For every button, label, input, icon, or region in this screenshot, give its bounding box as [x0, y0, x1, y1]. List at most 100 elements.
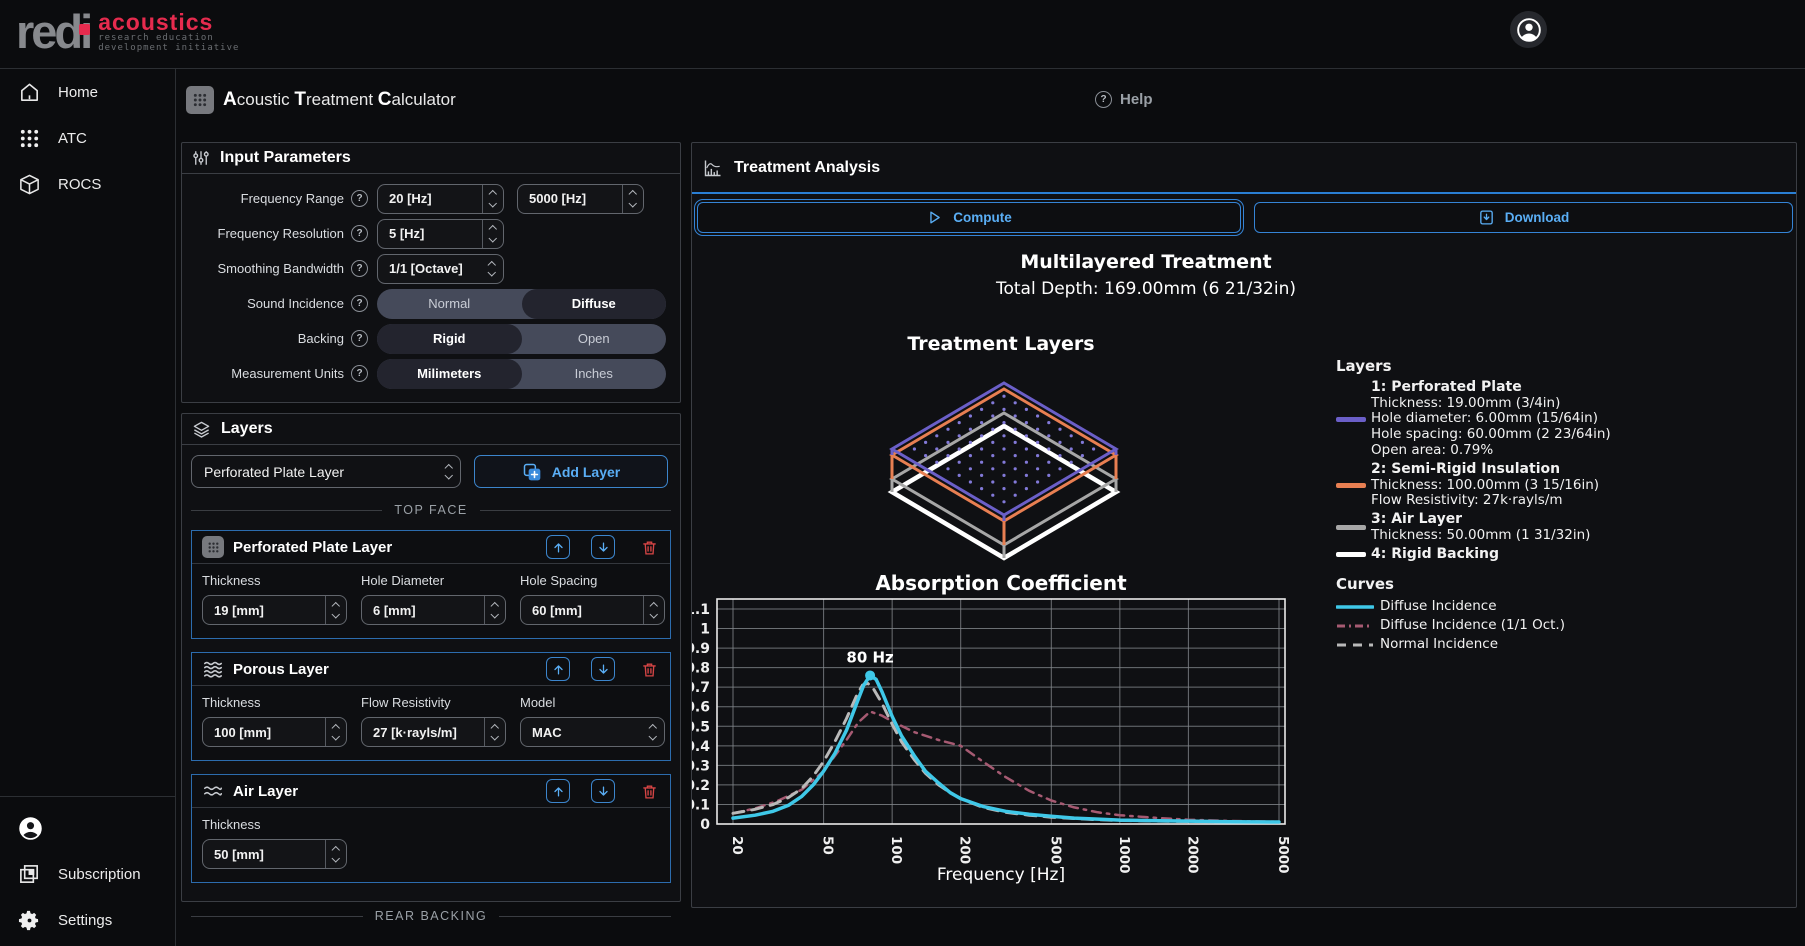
- input-parameters-title: Input Parameters: [220, 149, 351, 167]
- move-layer-down-button[interactable]: [591, 779, 615, 803]
- layers-panel: Layers Perforated Plate Layer Add Layer: [181, 413, 681, 902]
- frequency-range-help-icon[interactable]: ?: [351, 190, 368, 207]
- sound-incidence-row: Sound Incidence ? Normal Diffuse: [182, 286, 680, 321]
- frequency-max-input[interactable]: 5000 [Hz]: [517, 184, 644, 214]
- main-content: Acoustic Treatment Calculator ? Help Inp…: [176, 69, 1805, 946]
- sidebar-item-atc[interactable]: ATC: [0, 115, 175, 161]
- delete-layer-button[interactable]: [638, 535, 660, 559]
- model-select[interactable]: MAC: [520, 717, 665, 747]
- svg-text:1000: 1000: [1116, 836, 1132, 874]
- move-layer-up-button[interactable]: [546, 535, 570, 559]
- svg-text:0.7: 0.7: [692, 680, 710, 696]
- download-button[interactable]: Download: [1254, 202, 1793, 233]
- backing-help-icon[interactable]: ?: [351, 330, 368, 347]
- sidebar-divider: [0, 796, 176, 797]
- sound-incidence-toggle: Normal Diffuse: [377, 289, 666, 319]
- logo-tagline-2: development initiative: [98, 43, 239, 53]
- thickness-label: Thickness: [202, 817, 347, 832]
- svg-text:Frequency [Hz]: Frequency [Hz]: [937, 865, 1065, 885]
- layer-type-select[interactable]: Perforated Plate Layer: [191, 455, 461, 488]
- smoothing-bandwidth-row: Smoothing Bandwidth ? 1/1 [Octave]: [182, 251, 680, 286]
- absorption-chart: 00.10.20.30.40.50.60.70.80.911.120501002…: [692, 589, 1332, 889]
- flow-resistivity-input[interactable]: 27 [k·rayls/m]: [361, 717, 506, 747]
- legend-swatch-backing: [1336, 552, 1366, 557]
- delete-layer-button[interactable]: [638, 657, 660, 681]
- sound-incidence-help-icon[interactable]: ?: [351, 295, 368, 312]
- frequency-resolution-stepper[interactable]: [482, 220, 503, 248]
- copy-plus-icon: [522, 462, 542, 482]
- subscription-icon: [18, 863, 41, 886]
- move-layer-down-button[interactable]: [591, 657, 615, 681]
- layers-panel-title: Layers: [221, 420, 273, 438]
- svg-text:50: 50: [820, 836, 836, 855]
- chevron-updown-icon: [438, 465, 460, 479]
- frequency-max-stepper[interactable]: [622, 185, 643, 213]
- sidebar-item-profile[interactable]: [0, 805, 176, 851]
- measurement-units-help-icon[interactable]: ?: [351, 365, 368, 382]
- frequency-min-stepper[interactable]: [482, 185, 503, 213]
- sidebar-label-subscription: Subscription: [58, 866, 141, 883]
- backing-option-open[interactable]: Open: [522, 324, 667, 354]
- thickness-input[interactable]: 100 [mm]: [202, 717, 347, 747]
- hole-diameter-input[interactable]: 6 [mm]: [361, 595, 506, 625]
- diagram-title: Treatment Layers: [717, 333, 1285, 355]
- legend-swatch-insulation: [1336, 483, 1366, 488]
- model-label: Model: [520, 695, 665, 710]
- logo-red-dot-icon: [79, 24, 90, 35]
- brand-logo[interactable]: redi acoustics research education develo…: [16, 2, 239, 62]
- treatment-layers-diagram: [878, 373, 1130, 563]
- thickness-input[interactable]: 50 [mm]: [202, 839, 347, 869]
- help-button[interactable]: ? Help: [1095, 91, 1153, 108]
- compute-button[interactable]: Compute: [697, 202, 1241, 233]
- sidebar-label-home: Home: [58, 84, 98, 101]
- backing-label: Backing: [182, 331, 344, 346]
- sound-incidence-option-normal[interactable]: Normal: [377, 289, 522, 319]
- smoothing-bandwidth-select[interactable]: 1/1 [Octave]: [377, 254, 504, 284]
- svg-text:5000: 5000: [1275, 836, 1291, 874]
- play-icon: [926, 209, 943, 226]
- svg-text:1: 1: [700, 622, 710, 638]
- user-avatar-button[interactable]: [1510, 11, 1547, 48]
- svg-text:0.2: 0.2: [692, 778, 710, 794]
- download-icon: [1478, 209, 1495, 226]
- svg-text:0: 0: [700, 817, 710, 833]
- svg-text:0.8: 0.8: [692, 661, 710, 677]
- measurement-units-toggle: Milimeters Inches: [377, 359, 666, 389]
- legend-entry-perforated-plate: 1: Perforated Plate Thickness: 19.00mm (…: [1336, 380, 1766, 459]
- frequency-resolution-help-icon[interactable]: ?: [351, 225, 368, 242]
- chevron-updown-icon: [642, 725, 664, 739]
- add-layer-button[interactable]: Add Layer: [474, 455, 668, 488]
- top-bar: redi acoustics research education develo…: [0, 0, 1805, 69]
- frequency-min-input[interactable]: 20 [Hz]: [377, 184, 504, 214]
- sound-incidence-label: Sound Incidence: [182, 296, 344, 311]
- smoothing-bandwidth-label: Smoothing Bandwidth: [182, 261, 344, 276]
- delete-layer-button[interactable]: [638, 779, 660, 803]
- input-parameters-panel: Input Parameters Frequency Range ? 20 [H…: [181, 142, 681, 403]
- hole-spacing-input[interactable]: 60 [mm]: [520, 595, 665, 625]
- move-layer-up-button[interactable]: [546, 657, 570, 681]
- hole-spacing-label: Hole Spacing: [520, 573, 665, 588]
- backing-option-rigid[interactable]: Rigid: [377, 324, 522, 354]
- layer-card-air: Air Layer Thickness: [191, 774, 671, 883]
- frequency-resolution-input[interactable]: 5 [Hz]: [377, 219, 504, 249]
- legend-entry-insulation: 2: Semi-Rigid Insulation Thickness: 100.…: [1336, 462, 1766, 509]
- page-title: Acoustic Treatment Calculator: [223, 89, 456, 111]
- units-option-inches[interactable]: Inches: [522, 359, 667, 389]
- svg-text:2000: 2000: [1184, 836, 1200, 874]
- move-layer-up-button[interactable]: [546, 779, 570, 803]
- sound-incidence-option-diffuse[interactable]: Diffuse: [522, 289, 667, 319]
- units-option-milimeters[interactable]: Milimeters: [377, 359, 522, 389]
- smoothing-bandwidth-help-icon[interactable]: ?: [351, 260, 368, 277]
- thickness-input[interactable]: 19 [mm]: [202, 595, 347, 625]
- sidebar-item-settings[interactable]: Settings: [0, 897, 176, 943]
- sidebar-label-rocs: ROCS: [58, 176, 101, 193]
- sidebar-item-rocs[interactable]: ROCS: [0, 161, 175, 207]
- sidebar-item-subscription[interactable]: Subscription: [0, 851, 176, 897]
- curves-legend: Curves Diffuse Incidence Diffuse Inciden…: [1336, 577, 1766, 655]
- layer-card-title: Perforated Plate Layer: [233, 539, 525, 556]
- move-layer-down-button[interactable]: [591, 535, 615, 559]
- legend-swatch-air: [1336, 525, 1366, 530]
- sidebar-item-home[interactable]: Home: [0, 69, 175, 115]
- svg-text:0.1: 0.1: [692, 797, 710, 813]
- measurement-units-label: Measurement Units: [182, 366, 344, 381]
